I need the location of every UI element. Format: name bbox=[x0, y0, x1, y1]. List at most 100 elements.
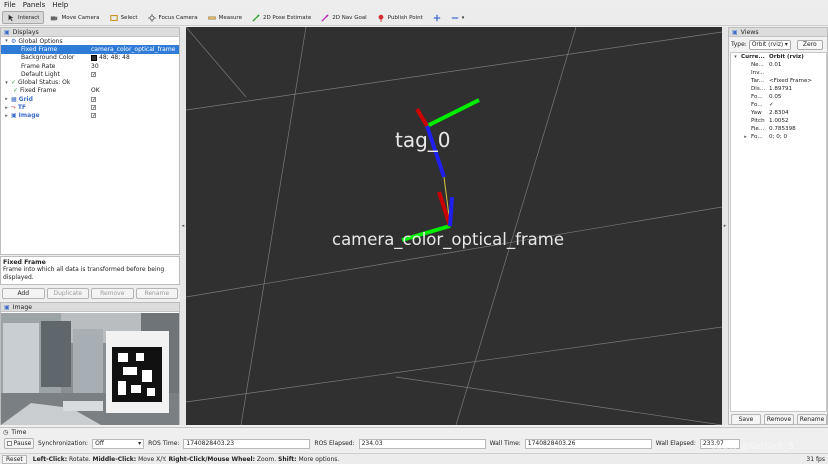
time-panel: ◷ Time Pause Synchronization: Off ▾ ROS … bbox=[0, 427, 828, 453]
background-color-value[interactable]: 48; 48; 48 bbox=[99, 54, 130, 61]
shift-action: More options. bbox=[298, 455, 340, 463]
tree-row-global-options[interactable]: ▾ ⚙ Global Options bbox=[1, 37, 179, 45]
view-type-select[interactable]: Orbit (rviz) ▾ bbox=[748, 39, 791, 50]
add-button[interactable]: Add bbox=[2, 288, 45, 299]
fixed-frame-value[interactable]: camera_color_optical_frame bbox=[91, 46, 175, 53]
view-row-focal-point[interactable]: ▸ Fo... 0; 0; 0 bbox=[731, 133, 826, 141]
grid-line bbox=[240, 27, 307, 425]
tag-x-axis bbox=[426, 98, 480, 128]
tree-row-status-fixed-frame[interactable]: ✓ Fixed Frame OK bbox=[1, 87, 179, 95]
menu-help[interactable]: Help bbox=[52, 1, 68, 9]
tool-nav-goal[interactable]: 2D Nav Goal bbox=[317, 11, 371, 24]
expand-arrow-icon[interactable]: ▾ bbox=[4, 80, 9, 86]
wall-time-field[interactable]: 1740828403.26 bbox=[524, 438, 652, 449]
collapse-arrow-icon[interactable]: ▸ bbox=[4, 113, 9, 119]
tool-interact[interactable]: Interact bbox=[2, 11, 45, 24]
rename-button[interactable]: Rename bbox=[135, 288, 178, 299]
view-prop-value[interactable]: 0.785398 bbox=[769, 126, 796, 132]
view-prop-row[interactable]: Fo... ✓ bbox=[731, 101, 826, 109]
reset-button[interactable]: Reset bbox=[2, 454, 27, 464]
plus-icon bbox=[433, 14, 440, 21]
menu-file[interactable]: File bbox=[4, 1, 16, 9]
tf-enabled-checkbox[interactable]: ✓ bbox=[91, 105, 96, 111]
rename-view-button[interactable]: Rename bbox=[797, 414, 827, 425]
view-prop-value[interactable]: ✓ bbox=[769, 102, 774, 108]
tool-measure[interactable]: Measure bbox=[204, 11, 246, 24]
grid-lines bbox=[186, 27, 722, 425]
collapse-arrow-icon[interactable]: ▸ bbox=[743, 134, 748, 140]
tool-focus-camera-label: Focus Camera bbox=[158, 14, 198, 21]
move-camera-icon bbox=[51, 15, 58, 20]
tree-row-grid[interactable]: ▸ ▦ Grid ✓ bbox=[1, 95, 179, 103]
tool-remove-minus[interactable]: ▾ bbox=[447, 11, 469, 24]
sync-label: Synchronization: bbox=[38, 440, 89, 447]
displays-tree[interactable]: ▾ ⚙ Global Options Fixed Frame camera_colo… bbox=[1, 37, 179, 120]
ros-elapsed-field[interactable]: 234.03 bbox=[358, 438, 486, 449]
shift-key: Shift: bbox=[278, 455, 297, 463]
minus-icon bbox=[451, 16, 458, 19]
tool-publish-point[interactable]: Publish Point bbox=[373, 11, 427, 24]
camera-icon: ▣ bbox=[732, 28, 738, 36]
duplicate-button[interactable]: Duplicate bbox=[46, 288, 89, 299]
view-prop-row[interactable]: Yaw 2.8304 bbox=[731, 109, 826, 117]
views-buttons: Save Remove Rename bbox=[731, 414, 827, 425]
tool-select[interactable]: Select bbox=[106, 11, 142, 24]
color-swatch bbox=[91, 54, 97, 61]
pause-button[interactable]: Pause bbox=[4, 438, 34, 449]
view-prop-row[interactable]: Ne... 0.01 bbox=[731, 61, 826, 69]
view-prop-row[interactable]: Fie... 0.785398 bbox=[731, 125, 826, 133]
tool-focus-camera[interactable]: Focus Camera bbox=[144, 11, 202, 24]
tool-move-camera[interactable]: Move Camera bbox=[46, 11, 103, 24]
render-viewport[interactable]: tag_0 camera_color_optical_frame bbox=[186, 27, 722, 425]
pose-estimate-icon bbox=[252, 13, 260, 22]
remove-button[interactable]: Remove bbox=[91, 288, 134, 299]
tool-add-plus[interactable] bbox=[429, 11, 445, 24]
view-prop-value[interactable]: <Fixed Frame> bbox=[769, 78, 812, 84]
tool-nav-goal-label: 2D Nav Goal bbox=[332, 14, 367, 21]
view-prop-value[interactable]: 1.89791 bbox=[769, 86, 792, 92]
status-hint: Left-Click: Rotate. Middle-Click: Move X… bbox=[33, 456, 340, 463]
view-prop-row[interactable]: Tar... <Fixed Frame> bbox=[731, 77, 826, 85]
focal-point-value[interactable]: 0; 0; 0 bbox=[769, 134, 787, 140]
view-prop-row[interactable]: Dis... 1.89791 bbox=[731, 85, 826, 93]
tree-row-global-status[interactable]: ▾ ✓ Global Status: Ok bbox=[1, 78, 179, 86]
view-prop-value[interactable]: 2.8304 bbox=[769, 110, 789, 116]
chevron-down-icon: ▾ bbox=[138, 440, 142, 447]
collapse-arrow-icon[interactable]: ▸ bbox=[4, 96, 9, 102]
select-icon bbox=[109, 14, 118, 21]
remove-view-button[interactable]: Remove bbox=[764, 414, 794, 425]
grid-enabled-checkbox[interactable]: ✓ bbox=[91, 96, 96, 102]
tree-row-frame-rate[interactable]: Frame Rate 30 bbox=[1, 62, 179, 70]
expand-arrow-icon[interactable]: ▾ bbox=[4, 38, 9, 44]
tool-interact-label: Interact bbox=[18, 14, 40, 21]
sync-select[interactable]: Off ▾ bbox=[92, 438, 145, 449]
tree-row-background-color[interactable]: Background Color 48; 48; 48 bbox=[1, 54, 179, 62]
tree-row-fixed-frame[interactable]: Fixed Frame camera_color_optical_frame bbox=[1, 45, 179, 54]
save-view-button[interactable]: Save bbox=[731, 414, 761, 425]
view-prop-row[interactable]: Fo... 0.05 bbox=[731, 93, 826, 101]
expand-arrow-icon[interactable]: ▾ bbox=[733, 54, 738, 60]
tree-row-tf[interactable]: ▸ ⤳ TF ✓ bbox=[1, 103, 179, 112]
check-icon: ✓ bbox=[11, 79, 17, 87]
view-properties-tree[interactable]: ▾ Curre... Orbit (rviz) Ne... 0.01 Inv...… bbox=[730, 52, 827, 412]
tree-row-image[interactable]: ▸ ▣ Image ✓ bbox=[1, 112, 179, 120]
menu-panels[interactable]: Panels bbox=[23, 1, 46, 9]
view-prop-value[interactable]: 0.01 bbox=[769, 62, 781, 68]
watermark: CSDN @Kettle9_3 bbox=[709, 442, 794, 452]
frame-rate-value[interactable]: 30 bbox=[91, 63, 99, 70]
background-color-label: Background Color bbox=[21, 54, 75, 62]
view-prop-row[interactable]: Pitch 1.0052 bbox=[731, 117, 826, 125]
collapse-arrow-icon[interactable]: ▸ bbox=[4, 105, 9, 111]
tree-row-default-light[interactable]: Default Light ✓ bbox=[1, 70, 179, 78]
view-prop-row[interactable]: Inv... bbox=[731, 69, 826, 77]
zero-button[interactable]: Zero bbox=[796, 39, 823, 50]
view-prop-value[interactable]: 1.0052 bbox=[769, 118, 789, 124]
view-prop-value[interactable]: 0.05 bbox=[769, 94, 781, 100]
ros-time-field[interactable]: 1740828403.23 bbox=[183, 438, 311, 449]
image-enabled-checkbox[interactable]: ✓ bbox=[91, 113, 96, 119]
default-light-checkbox[interactable]: ✓ bbox=[91, 71, 96, 77]
tool-pose-estimate[interactable]: 2D Pose Estimate bbox=[248, 11, 315, 24]
view-row-current[interactable]: ▾ Curre... Orbit (rviz) bbox=[731, 53, 826, 61]
tool-select-label: Select bbox=[120, 14, 138, 21]
ros-time-label: ROS Time: bbox=[148, 440, 180, 447]
